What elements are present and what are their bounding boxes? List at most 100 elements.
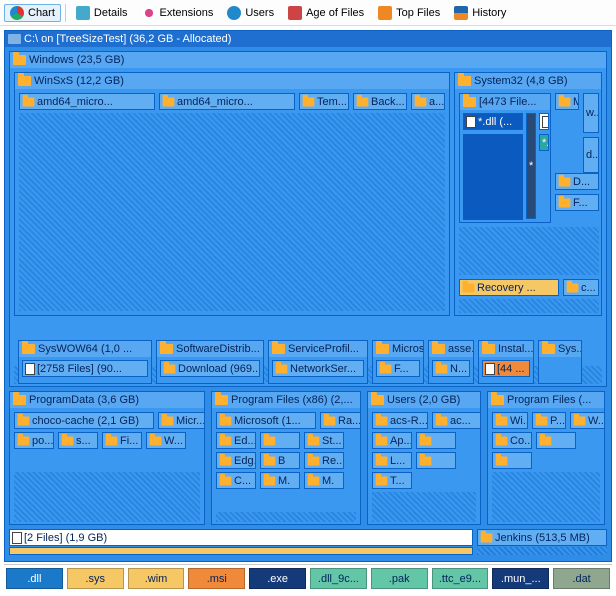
folder-header[interactable]: ProgramData (3,6 GB) bbox=[10, 392, 204, 408]
folder-item[interactable]: choco-cache (2,1 GB) bbox=[14, 412, 154, 429]
block-windows[interactable]: Windows (23,5 GB) WinSxS (12,2 GB) amd64… bbox=[9, 51, 607, 387]
folder-item[interactable]: Ap... bbox=[372, 432, 412, 449]
folder-header[interactable]: System32 (4,8 GB) bbox=[455, 73, 601, 89]
block-Users[interactable]: Users (2,0 GB) acs-R...ac... Ap... L... T... bbox=[367, 391, 481, 525]
block-ProgramData[interactable]: ProgramData (3,6 GB) choco-cache (2,1 GB)… bbox=[9, 391, 205, 525]
legend-swatch[interactable]: .ttc_e9... bbox=[432, 568, 489, 589]
folder-item[interactable]: L... bbox=[372, 452, 412, 469]
folder-item[interactable]: F... bbox=[555, 194, 599, 211]
block-Sys...[interactable]: Sys... bbox=[538, 340, 582, 384]
folder-item[interactable]: P... bbox=[532, 412, 566, 429]
block-Instal...[interactable]: Instal... [44 ... bbox=[478, 340, 534, 384]
file-item[interactable]: Download (969... bbox=[160, 360, 260, 377]
block-system32[interactable]: System32 (4,8 GB) [4473 File... *.dll (.… bbox=[454, 72, 602, 316]
folder-header[interactable]: Micros... bbox=[373, 341, 423, 357]
folder-item[interactable] bbox=[416, 452, 456, 469]
folder-item[interactable]: T... bbox=[372, 472, 412, 489]
block-asse...[interactable]: asse... N... bbox=[428, 340, 474, 384]
folder-item[interactable]: amd64_micro... bbox=[19, 93, 155, 110]
folder-item[interactable] bbox=[416, 432, 456, 449]
folder-header[interactable]: Windows (23,5 GB) bbox=[10, 52, 606, 68]
folder-header[interactable]: Sys... bbox=[539, 341, 581, 357]
folder-item[interactable] bbox=[492, 452, 532, 469]
file-item[interactable] bbox=[539, 113, 549, 130]
folder-item[interactable]: Wi... bbox=[492, 412, 528, 429]
folder-item[interactable]: Re... bbox=[304, 452, 344, 469]
folder-header[interactable]: Users (2,0 GB) bbox=[368, 392, 480, 408]
file-item[interactable]: * bbox=[526, 113, 536, 219]
tab-extensions[interactable]: Extensions bbox=[136, 4, 220, 22]
folder-item[interactable]: D... bbox=[555, 173, 599, 190]
folder-header[interactable]: WinSxS (12,2 GB) bbox=[15, 73, 449, 89]
folder-header[interactable]: Program Files (x86) (2,... bbox=[212, 392, 360, 408]
folder-item[interactable] bbox=[536, 432, 576, 449]
block-ServiceProfil...[interactable]: ServiceProfil...NetworkSer... bbox=[268, 340, 368, 384]
file-item[interactable]: *.dll (... bbox=[463, 113, 523, 130]
tab-topfiles[interactable]: Top Files bbox=[372, 4, 446, 22]
file-item[interactable]: NetworkSer... bbox=[272, 360, 364, 377]
folder-header[interactable]: asse... bbox=[429, 341, 473, 357]
block-winsxs[interactable]: WinSxS (12,2 GB) amd64_micro... amd64_mi… bbox=[14, 72, 450, 316]
file-item[interactable]: [2 Files] (1,9 GB) bbox=[9, 529, 473, 546]
folder-item[interactable]: a... bbox=[411, 93, 445, 110]
file-item[interactable]: [2758 Files] (90... bbox=[22, 360, 148, 377]
folder-header[interactable]: SysWOW64 (1,0 ... bbox=[19, 341, 151, 357]
folder-item[interactable]: ac... bbox=[432, 412, 481, 429]
block-SoftwareDistrib...[interactable]: SoftwareDistrib... Download (969... bbox=[156, 340, 264, 384]
folder-item[interactable]: amd64_micro... bbox=[159, 93, 295, 110]
folder-item[interactable]: Fi... bbox=[102, 432, 142, 449]
folder-item[interactable]: Co... bbox=[492, 432, 532, 449]
folder-item[interactable]: Microsoft (1... bbox=[216, 412, 316, 429]
folder-item[interactable]: M... bbox=[555, 93, 579, 110]
legend-swatch[interactable]: .dll bbox=[6, 568, 63, 589]
treemap[interactable]: C:\ on [TreeSizeTest] (36,2 GB - Allocat… bbox=[4, 30, 612, 562]
folder-item[interactable]: Ra... bbox=[320, 412, 361, 429]
file-item[interactable]: F... bbox=[376, 360, 420, 377]
folder-item[interactable]: W... bbox=[146, 432, 186, 449]
folder-item[interactable]: Back... bbox=[353, 93, 407, 110]
folder-item[interactable]: w... bbox=[583, 93, 599, 133]
folder-item[interactable]: C... bbox=[216, 472, 256, 489]
legend-swatch[interactable]: .exe bbox=[249, 568, 306, 589]
folder-item[interactable]: Recovery ... bbox=[459, 279, 559, 296]
legend-swatch[interactable]: .dll_9c... bbox=[310, 568, 367, 589]
legend-swatch[interactable]: .msi bbox=[188, 568, 245, 589]
folder-item[interactable] bbox=[260, 432, 300, 449]
folder-item[interactable]: B bbox=[260, 452, 300, 469]
folder-item[interactable]: W... bbox=[570, 412, 605, 429]
file-item[interactable]: [44 ... bbox=[482, 360, 530, 377]
tab-history[interactable]: History bbox=[448, 4, 512, 22]
folder-header[interactable]: [4473 File... bbox=[460, 94, 550, 110]
legend-swatch[interactable]: .mun_... bbox=[492, 568, 549, 589]
folder-header[interactable]: Program Files (... bbox=[488, 392, 604, 408]
folder-item[interactable]: Ed... bbox=[216, 432, 256, 449]
folder-header[interactable]: SoftwareDistrib... bbox=[157, 341, 263, 357]
tab-users[interactable]: Users bbox=[221, 4, 280, 22]
legend-swatch[interactable]: .sys bbox=[67, 568, 124, 589]
folder-item[interactable]: M. bbox=[304, 472, 344, 489]
folder-item[interactable]: Tem... bbox=[299, 93, 349, 110]
folder-item[interactable]: d... bbox=[583, 137, 599, 173]
block-Program[interactable]: Program Files (x86) (2,... Microsoft (1..… bbox=[211, 391, 361, 525]
tab-details[interactable]: Details bbox=[70, 4, 134, 22]
folder-item[interactable]: Edg... bbox=[216, 452, 256, 469]
tab-age[interactable]: Age of Files bbox=[282, 4, 370, 22]
folder-item[interactable]: St... bbox=[304, 432, 344, 449]
folder-item[interactable]: Jenkins (513,5 MB) bbox=[477, 529, 607, 546]
folder-item[interactable]: acs-R... bbox=[372, 412, 428, 429]
folder-item[interactable]: po... bbox=[14, 432, 54, 449]
block-Micros...[interactable]: Micros... F... bbox=[372, 340, 424, 384]
root-header[interactable]: C:\ on [TreeSizeTest] (36,2 GB - Allocat… bbox=[5, 31, 611, 47]
folder-item[interactable]: M. bbox=[260, 472, 300, 489]
legend-swatch[interactable]: .dat bbox=[553, 568, 610, 589]
file-item[interactable]: N... bbox=[432, 360, 470, 377]
legend-swatch[interactable]: .pak bbox=[371, 568, 428, 589]
folder-header[interactable]: Instal... bbox=[479, 341, 533, 357]
file-item[interactable]: *.. bbox=[539, 134, 549, 151]
folder-item[interactable]: Micr... bbox=[158, 412, 205, 429]
folder-item[interactable]: s... bbox=[58, 432, 98, 449]
block-SysWOW64[interactable]: SysWOW64 (1,0 ... [2758 Files] (90... bbox=[18, 340, 152, 384]
block-Program[interactable]: Program Files (... Wi...P...W... Co... bbox=[487, 391, 605, 525]
legend-swatch[interactable]: .wim bbox=[128, 568, 185, 589]
block-system32-files[interactable]: [4473 File... *.dll (... * *.. bbox=[459, 93, 551, 223]
